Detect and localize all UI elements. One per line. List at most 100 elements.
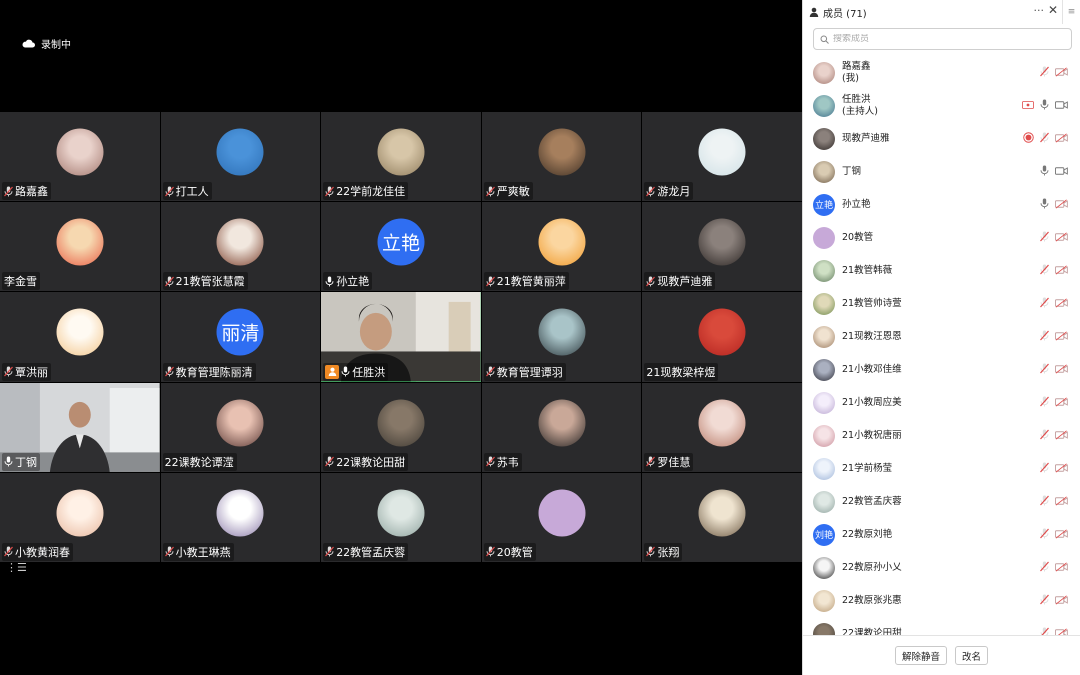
member-row[interactable]: 丁钢 <box>803 155 1080 188</box>
mic-muted-icon <box>1040 594 1049 605</box>
member-row[interactable]: 22教原张兆惠 <box>803 584 1080 617</box>
member-name: 现教芦迪雅 <box>842 132 890 144</box>
member-row[interactable]: 21小教邓佳维 <box>803 353 1080 386</box>
participant-tile[interactable]: 20教管 <box>481 472 642 562</box>
member-row[interactable]: 22教原孙小乂 <box>803 551 1080 584</box>
participant-tile[interactable]: 22学前龙佳佳 <box>321 112 481 202</box>
member-row[interactable]: 路嘉鑫 (我) <box>803 56 1080 89</box>
mic-muted-icon <box>1040 66 1049 77</box>
list-view-icon[interactable]: ⋮☰ <box>6 561 27 574</box>
participant-tile[interactable]: 游龙月 <box>642 112 802 202</box>
member-row[interactable]: 刘艳 22教原刘艳 <box>803 518 1080 551</box>
participant-tile[interactable]: 现教芦迪雅 <box>642 202 802 292</box>
participant-tile[interactable]: 教育管理谭羽 <box>481 292 642 382</box>
avatar <box>538 399 586 447</box>
participant-tile[interactable]: 21教管张慧霞 <box>160 202 321 292</box>
participant-tile[interactable]: 苏韦 <box>481 382 642 472</box>
participant-name: 李金雪 <box>4 275 37 289</box>
camera-off-icon <box>1055 297 1068 308</box>
participant-tile[interactable]: 22教管孟庆蓉 <box>321 472 481 562</box>
more-options-icon[interactable]: ··· <box>1034 4 1045 17</box>
participant-tile[interactable]: 21现教梁梓煜 <box>642 292 802 382</box>
participant-name-tag: 现教芦迪雅 <box>644 272 716 291</box>
avatar <box>538 218 586 266</box>
camera-off-icon <box>1055 132 1068 143</box>
member-status-icons <box>1040 495 1068 506</box>
participant-tile[interactable]: 22课教论田甜 <box>321 382 481 472</box>
member-row[interactable]: 现教芦迪雅 <box>803 122 1080 155</box>
mic-icon <box>325 276 334 287</box>
member-row[interactable]: 21小教祝唐丽 <box>803 419 1080 452</box>
participant-name: 苏韦 <box>496 455 519 469</box>
camera-icon <box>1055 100 1068 109</box>
participant-tile[interactable]: 罗佳慧 <box>642 382 802 472</box>
member-name: 21教管韩薇 <box>842 264 893 276</box>
avatar <box>538 489 586 537</box>
participant-tile[interactable]: 李金雪 <box>0 202 160 292</box>
participant-tile[interactable]: 覃洪丽 <box>0 292 160 382</box>
member-row[interactable]: 任胜洪 (主持人) <box>803 89 1080 122</box>
camera-off-icon <box>1055 396 1068 407</box>
avatar-text: 丽清 <box>216 308 264 356</box>
camera-off-icon <box>1055 363 1068 374</box>
member-name-block: 现教芦迪雅 <box>842 133 890 145</box>
member-row[interactable]: 立艳 孙立艳 <box>803 188 1080 221</box>
mic-muted-icon <box>646 186 656 197</box>
mic-muted-icon <box>164 546 174 557</box>
search-input[interactable] <box>833 34 1053 44</box>
participant-tile[interactable]: 丽清 教育管理陈丽清 <box>160 292 321 382</box>
member-row[interactable]: 21学前杨莹 <box>803 452 1080 485</box>
participant-tile[interactable]: 打工人 <box>160 112 321 202</box>
participant-tile[interactable]: 张翔 <box>642 472 802 562</box>
participant-tile[interactable]: 小教王琳燕 <box>160 472 321 562</box>
mic-muted-icon <box>164 366 174 377</box>
participant-name: 21教管张慧霞 <box>175 275 245 289</box>
participant-tile[interactable]: 立艳 孙立艳 <box>321 202 481 292</box>
member-list: 路嘉鑫 (我) 任胜洪 (主持人) 现教芦迪雅丁钢 立艳 孙立艳 20教管 21教管韩薇 21教管… <box>803 56 1080 636</box>
mic-muted-icon <box>485 456 495 467</box>
participant-name-tag: 小教王琳燕 <box>162 542 234 561</box>
participant-name-tag: 教育管理谭羽 <box>483 362 566 381</box>
member-row[interactable]: 20教管 <box>803 221 1080 254</box>
participant-tile[interactable]: 任胜洪 <box>321 292 481 382</box>
member-row[interactable]: 21教管韩薇 <box>803 254 1080 287</box>
participant-tile[interactable]: 丁钢 <box>0 382 160 472</box>
mic-icon <box>341 366 350 377</box>
recording-indicator[interactable]: 录制中 <box>22 36 71 51</box>
mic-muted-icon <box>646 276 656 287</box>
member-avatar <box>813 424 835 447</box>
avatar <box>56 308 104 356</box>
member-row[interactable]: 22课教论田甜 <box>803 617 1080 636</box>
member-row[interactable]: 22教管孟庆蓉 <box>803 485 1080 518</box>
participant-tile[interactable]: 21教管黄丽萍 <box>481 202 642 292</box>
member-row[interactable]: 21教管帅诗萱 <box>803 287 1080 320</box>
participant-name-tag: 22教管孟庆蓉 <box>323 542 409 561</box>
member-row[interactable]: 21小教周应美 <box>803 386 1080 419</box>
avatar <box>216 489 264 537</box>
member-avatar <box>813 325 835 348</box>
member-status-icons <box>1040 528 1068 539</box>
participant-tile[interactable]: 小教黄润春 <box>0 472 160 562</box>
participant-tile[interactable]: 严爽敏 <box>481 112 642 202</box>
participant-name: 丁钢 <box>15 455 37 469</box>
close-icon[interactable]: ✕ <box>1048 3 1058 17</box>
participant-name: 22教管孟庆蓉 <box>336 545 406 559</box>
avatar <box>56 218 104 266</box>
member-status-icons <box>1040 66 1068 77</box>
mic-muted-icon <box>1040 264 1049 275</box>
member-row[interactable]: 21现教汪恩恩 <box>803 320 1080 353</box>
mic-muted-icon <box>1040 297 1049 308</box>
avatar <box>698 489 746 537</box>
participant-tile[interactable]: 22课教论谭滢 <box>160 382 321 472</box>
menu-icon[interactable]: ≡ <box>1062 0 1080 24</box>
member-search[interactable] <box>813 28 1072 50</box>
camera-off-icon <box>1055 429 1068 440</box>
member-status-icons <box>1040 198 1068 209</box>
member-status-icons <box>1040 231 1068 242</box>
rename-button[interactable]: 改名 <box>955 646 989 665</box>
unmute-button[interactable]: 解除静音 <box>894 646 947 665</box>
participant-name-tag: 20教管 <box>483 542 536 561</box>
member-status-icons <box>1022 99 1068 110</box>
mic-muted-icon <box>1040 231 1049 242</box>
participant-tile[interactable]: 路嘉鑫 <box>0 112 160 202</box>
